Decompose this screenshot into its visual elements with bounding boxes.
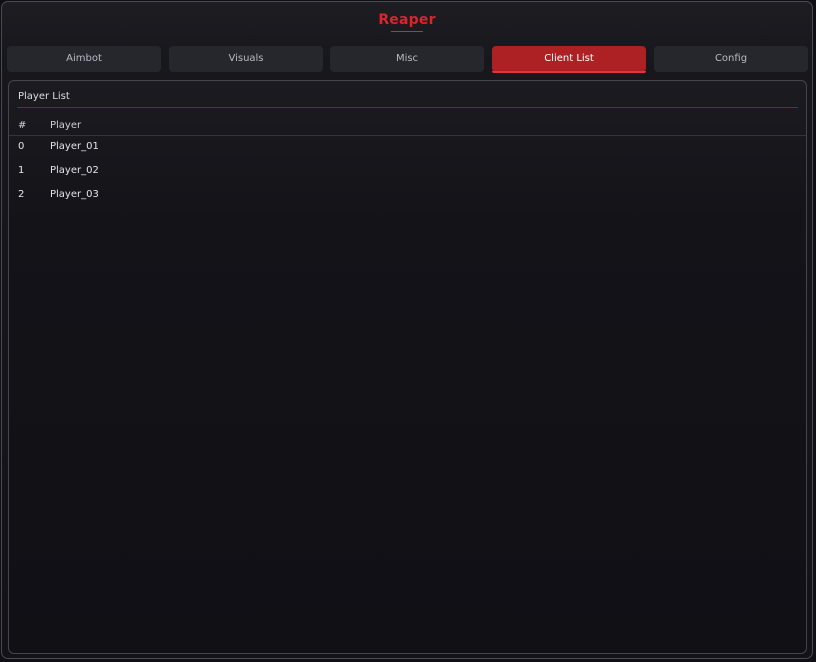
panel-title: Player List (18, 91, 70, 102)
table-row[interactable]: 0 Player_01 (9, 136, 806, 160)
row-player-name: Player_02 (50, 165, 99, 176)
row-index: 1 (18, 165, 25, 176)
table-row[interactable]: 1 Player_02 (9, 160, 806, 184)
tab-misc[interactable]: Misc (330, 46, 484, 72)
main-window: Reaper Aimbot Visuals Misc Client List C… (1, 1, 813, 659)
column-header-index: # (18, 120, 27, 131)
table-header: # Player (9, 117, 806, 136)
tab-aimbot[interactable]: Aimbot (7, 46, 161, 72)
player-list-panel: Player List # Player 0 Player_01 1 Playe… (8, 80, 807, 654)
tab-config[interactable]: Config (654, 46, 808, 72)
tab-visuals[interactable]: Visuals (169, 46, 323, 72)
row-index: 0 (18, 141, 25, 152)
table-row[interactable]: 2 Player_03 (9, 184, 806, 208)
row-player-name: Player_01 (50, 141, 99, 152)
tab-client-list[interactable]: Client List (492, 46, 646, 73)
column-header-player: Player (50, 120, 82, 131)
app-title: Reaper (378, 12, 436, 28)
tab-bar: Aimbot Visuals Misc Client List Config (7, 46, 809, 74)
row-player-name: Player_03 (50, 189, 99, 200)
title-underline (391, 31, 423, 32)
row-index: 2 (18, 189, 25, 200)
panel-title-divider (17, 107, 798, 108)
